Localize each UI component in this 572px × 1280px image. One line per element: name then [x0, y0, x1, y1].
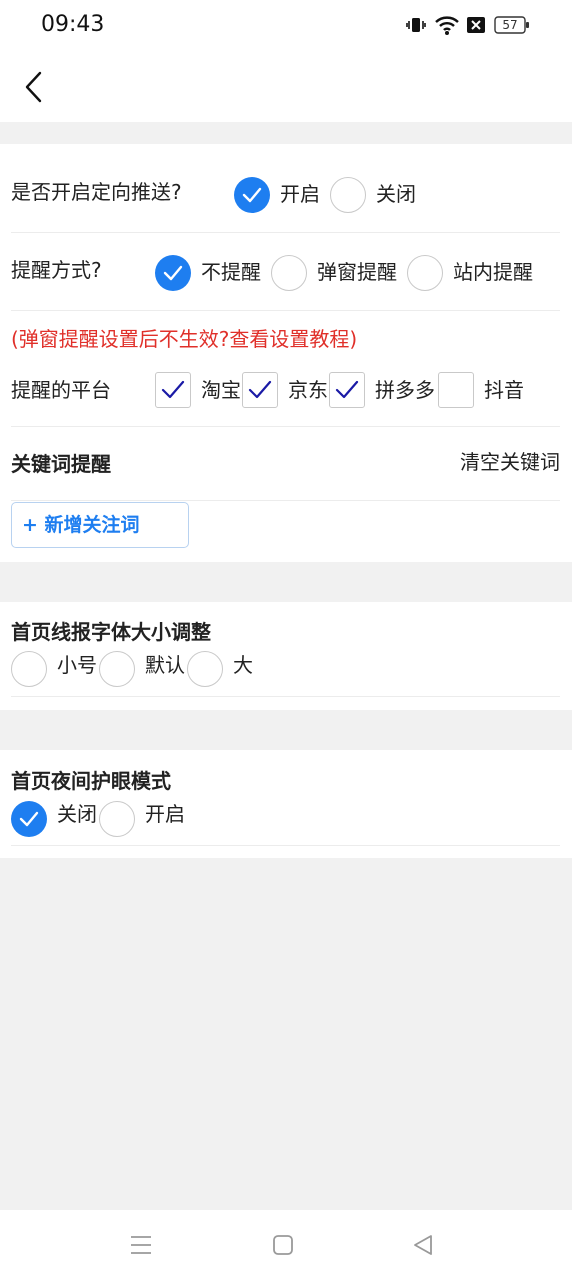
remind-none-label: 不提醒 — [201, 260, 261, 284]
font-large-radio[interactable] — [187, 651, 223, 687]
sim-blocked-icon — [466, 16, 486, 38]
font-small-radio[interactable] — [11, 651, 47, 687]
platforms-label: 提醒的平台 — [11, 378, 111, 402]
night-on-label: 开启 — [145, 802, 185, 826]
night-mode-title: 首页夜间护眼模式 — [11, 769, 171, 793]
keywords-title: 关键词提醒 — [11, 452, 111, 476]
font-default-radio[interactable] — [99, 651, 135, 687]
status-bar: 09:43 57 — [0, 0, 572, 50]
nav-bar — [0, 50, 572, 122]
remind-popup-label: 弹窗提醒 — [317, 260, 397, 284]
platform-taobao-label: 淘宝 — [201, 378, 241, 402]
platform-pdd-checkbox[interactable] — [329, 372, 365, 408]
menu-icon[interactable] — [130, 1234, 152, 1260]
battery-level: 57 — [502, 18, 518, 32]
divider — [11, 426, 560, 427]
wifi-icon — [434, 14, 460, 40]
font-large-label: 大 — [233, 653, 253, 677]
remind-mode-label: 提醒方式? — [11, 258, 102, 282]
platform-douyin-label: 抖音 — [484, 378, 524, 402]
battery-icon: 57 — [494, 16, 530, 34]
night-off-label: 关闭 — [57, 802, 97, 826]
night-on-radio[interactable] — [99, 801, 135, 837]
night-off-radio[interactable] — [11, 801, 47, 837]
remind-inapp-label: 站内提醒 — [453, 260, 533, 284]
push-on-label: 开启 — [280, 182, 320, 206]
font-default-label: 默认 — [145, 653, 185, 677]
font-small-label: 小号 — [57, 653, 97, 677]
platform-pdd-label: 拼多多 — [375, 378, 435, 402]
platform-jd-checkbox[interactable] — [242, 372, 278, 408]
divider — [11, 232, 560, 233]
tutorial-link[interactable]: (弹窗提醒设置后不生效?查看设置教程) — [11, 325, 357, 353]
platform-taobao-checkbox[interactable] — [155, 372, 191, 408]
push-off-label: 关闭 — [376, 182, 416, 206]
status-time: 09:43 — [41, 12, 105, 37]
divider — [11, 845, 560, 846]
push-off-radio[interactable] — [330, 177, 366, 213]
platform-jd-label: 京东 — [288, 378, 328, 402]
remind-none-radio[interactable] — [155, 255, 191, 291]
push-on-radio[interactable] — [234, 177, 270, 213]
font-size-title: 首页线报字体大小调整 — [11, 620, 211, 644]
divider — [11, 500, 560, 501]
platform-douyin-checkbox[interactable] — [438, 372, 474, 408]
remind-inapp-radio[interactable] — [407, 255, 443, 291]
home-icon[interactable] — [272, 1234, 294, 1260]
vibrate-icon — [406, 15, 426, 39]
add-keyword-button[interactable]: + 新增关注词 — [11, 502, 189, 548]
divider — [11, 310, 560, 311]
back-triangle-icon[interactable] — [412, 1234, 434, 1260]
clear-keywords-button[interactable]: 清空关键词 — [460, 448, 560, 476]
divider — [11, 696, 560, 697]
remind-popup-radio[interactable] — [271, 255, 307, 291]
push-label: 是否开启定向推送? — [11, 180, 182, 204]
system-nav-bar — [0, 1210, 572, 1280]
back-button[interactable] — [22, 70, 52, 104]
